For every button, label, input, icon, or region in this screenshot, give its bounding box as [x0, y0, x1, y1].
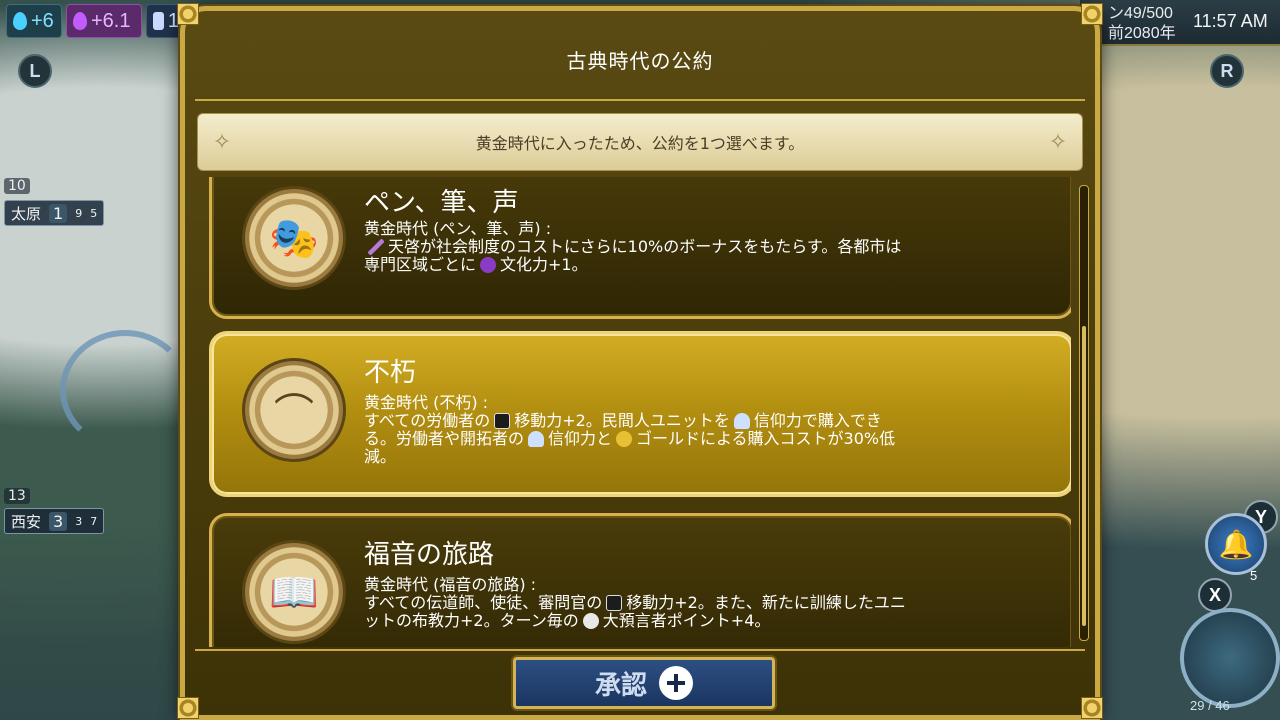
dedication-dialog: 古典時代の公約 ✧ 黄金時代に入ったため、公約を1つ選べます。 ✧ 🎭 ペン、筆…: [177, 3, 1103, 720]
science-icon: [13, 12, 27, 30]
dedication-name: 不朽: [364, 358, 417, 388]
instruction-text: 黄金時代に入ったため、公約を1つ選べます。: [475, 134, 805, 153]
movement-icon: [606, 595, 623, 611]
notification-count: 5: [1250, 568, 1258, 583]
city-stat: 7: [90, 514, 98, 528]
stone-bridge-icon: ⌒: [242, 358, 346, 462]
science-yield[interactable]: +6: [6, 4, 62, 38]
city-population: 1: [49, 203, 68, 223]
city-population: 3: [49, 511, 68, 531]
dedication-option-pilgrimage[interactable]: 📖 福音の旅路 黄金時代 (福音の旅路) : すべての伝道師、使徒、審問官の 移動…: [209, 513, 1071, 647]
turn-number: ン49/500: [1108, 5, 1173, 22]
divider: [195, 649, 1085, 651]
divider: [195, 99, 1085, 101]
city-banner-xian[interactable]: 西安 3 3 7: [4, 508, 105, 534]
faith-icon: [528, 431, 545, 447]
corner-ornament: [1081, 697, 1103, 719]
dedication-subtitle: 黄金時代 (ペン、筆、声) :: [364, 219, 552, 238]
faith-icon: [733, 413, 750, 429]
ornament-icon: ✧: [212, 129, 232, 155]
river: [60, 330, 190, 450]
culture-value: +6.1: [91, 9, 131, 32]
notification-bell-icon[interactable]: 🔔: [1205, 513, 1267, 575]
clock: 11:57 AM: [1193, 11, 1268, 31]
city-defense: 13: [4, 488, 30, 504]
instruction-banner: ✧ 黄金時代に入ったため、公約を1つ選べます。 ✧: [197, 113, 1083, 171]
corner-ornament: [1081, 3, 1103, 25]
dialog-title: 古典時代の公約: [566, 49, 714, 73]
city-stat: 3: [75, 514, 83, 528]
corner-ornament: [177, 3, 199, 25]
dedication-description: 黄金時代 (ペン、筆、声) : 天啓が社会制度のコストにさらに10%のボーナスを…: [364, 220, 1014, 274]
city-name: 西安: [11, 512, 42, 531]
open-book-icon: 📖: [242, 540, 346, 644]
culture-icon: [73, 12, 87, 30]
turn-info: ン49/500 前2080年: [1108, 4, 1176, 44]
comedy-tragedy-masks-icon: 🎭: [242, 186, 346, 290]
dedication-option-monumentality[interactable]: ⌒ 不朽 黄金時代 (不朽) : すべての労働者の 移動力+2。民間人ユニットを信…: [209, 331, 1071, 497]
city-defense: 10: [4, 178, 30, 194]
turn-counter: 29 / 46: [1190, 698, 1230, 713]
city-stat: 5: [90, 206, 98, 220]
faith-icon: [153, 12, 164, 30]
dedication-description: 黄金時代 (不朽) : すべての労働者の 移動力+2。民間人ユニットを 信仰力で購入…: [364, 394, 1014, 466]
r-button[interactable]: R: [1210, 54, 1244, 88]
dedication-list[interactable]: 🎭 ペン、筆、声 黄金時代 (ペン、筆、声) : 天啓が社会制度のコストにさらに…: [209, 177, 1071, 647]
confirm-button[interactable]: 承認: [513, 657, 775, 709]
city-banner-taiyuan[interactable]: 太原 1 9 5: [4, 200, 105, 226]
science-value: +6: [31, 9, 54, 32]
dedication-description: 黄金時代 (福音の旅路) : すべての伝道師、使徒、審問官の 移動力+2。また、新…: [364, 576, 1014, 630]
movement-icon: [494, 413, 511, 429]
dedication-name: ペン、筆、声: [364, 188, 519, 218]
culture-icon: [480, 257, 497, 273]
gold-icon: [616, 431, 633, 447]
inspiration-icon: [368, 239, 384, 255]
ornament-icon: ✧: [1048, 129, 1068, 155]
era-year: 前2080年: [1108, 25, 1176, 42]
dedication-subtitle: 黄金時代 (福音の旅路) :: [364, 575, 537, 594]
x-button[interactable]: X: [1198, 578, 1232, 612]
culture-yield[interactable]: +6.1: [66, 4, 142, 38]
corner-ornament: [177, 697, 199, 719]
scrollbar[interactable]: [1079, 185, 1089, 641]
city-stat: 9: [75, 206, 83, 220]
dedication-subtitle: 黄金時代 (不朽) :: [364, 393, 489, 412]
l-button[interactable]: L: [18, 54, 52, 88]
plus-icon: [659, 666, 693, 700]
next-turn-button[interactable]: [1180, 608, 1280, 708]
scrollbar-thumb[interactable]: [1082, 326, 1086, 626]
dedication-name: 福音の旅路: [364, 540, 495, 570]
confirm-label: 承認: [594, 670, 647, 701]
dedication-option-pen-brush-voice[interactable]: 🎭 ペン、筆、声 黄金時代 (ペン、筆、声) : 天啓が社会制度のコストにさらに…: [209, 177, 1071, 319]
city-name: 太原: [11, 204, 42, 223]
great-prophet-icon: [582, 613, 599, 629]
